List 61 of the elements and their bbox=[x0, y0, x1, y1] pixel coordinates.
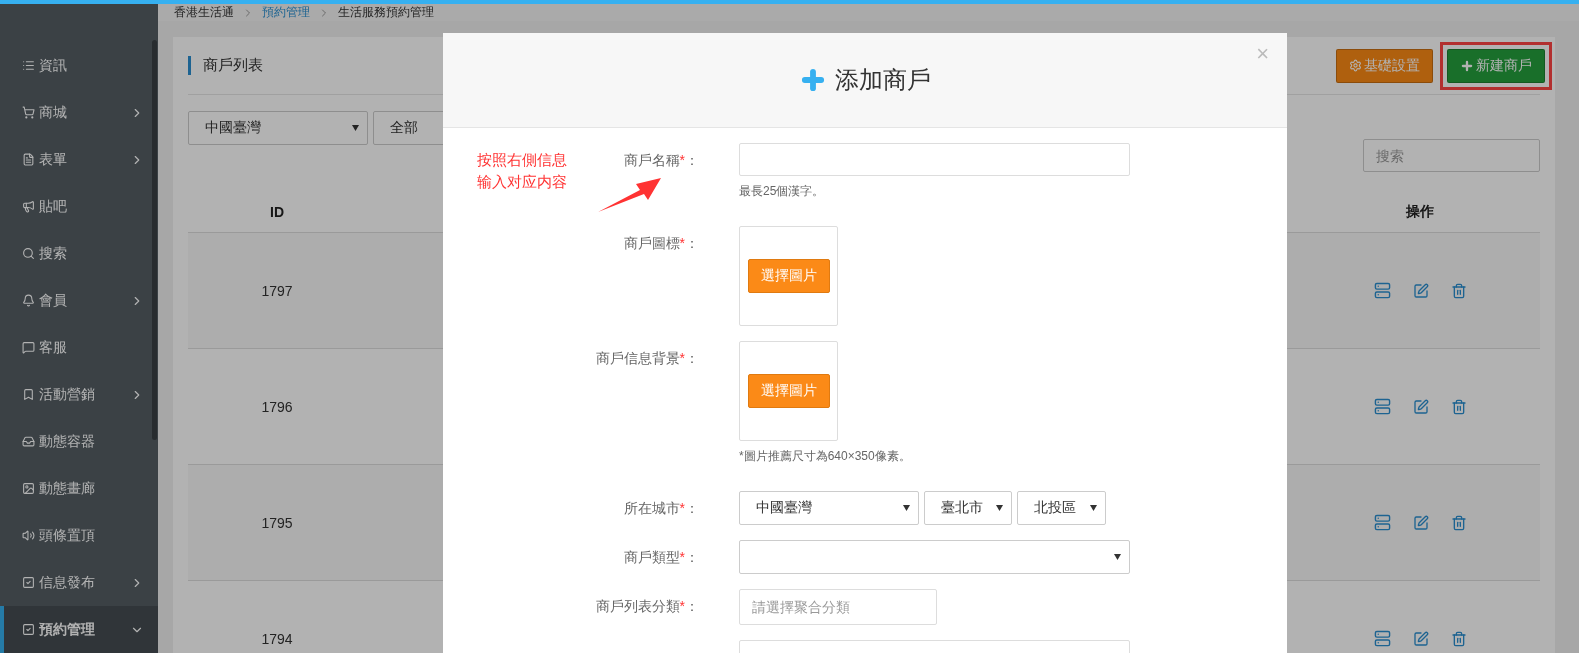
sidebar-item[interactable]: 預約管理 bbox=[0, 606, 158, 653]
breadcrumb-text: 生活服務預約管理 bbox=[338, 4, 434, 21]
server-icon[interactable] bbox=[1373, 398, 1391, 415]
menu-item-icon bbox=[22, 294, 35, 307]
field-label: 商戶列表分類*： bbox=[595, 596, 699, 616]
text-field[interactable]: 請選擇聚合分類 bbox=[739, 589, 937, 625]
caret-icon bbox=[903, 505, 910, 511]
server-icon[interactable] bbox=[1373, 630, 1391, 647]
dropdown[interactable]: 臺北市 bbox=[924, 491, 1012, 525]
menu-item-icon bbox=[22, 482, 35, 495]
plus-icon bbox=[799, 66, 827, 94]
menu-item-icon bbox=[22, 341, 35, 354]
annotation-arrow bbox=[598, 178, 662, 214]
server-icon[interactable] bbox=[1373, 514, 1391, 531]
caret-icon bbox=[996, 505, 1003, 511]
dropdown[interactable]: 中國臺灣 bbox=[739, 491, 919, 525]
search-field[interactable]: 搜索 bbox=[1363, 139, 1540, 172]
edit-icon[interactable] bbox=[1412, 398, 1429, 415]
trash-icon[interactable] bbox=[1450, 398, 1467, 415]
breadcrumb-text: 香港生活通 bbox=[174, 4, 234, 21]
caret-icon bbox=[352, 125, 359, 131]
field-label: 所在城市*： bbox=[623, 498, 699, 518]
menu-item-icon bbox=[22, 59, 35, 72]
dropdown[interactable] bbox=[739, 540, 1130, 574]
create-button[interactable]: 新建商戶 bbox=[1447, 48, 1545, 83]
annotation-note: 按照右側信息 输入对应内容 bbox=[477, 150, 567, 192]
filter-dropdown[interactable]: 中國臺灣 bbox=[188, 111, 368, 145]
field-label: 商戶信息背景*： bbox=[595, 348, 699, 368]
sidebar-item[interactable]: 頭條置頂 bbox=[0, 512, 158, 559]
field-hint: 最長25個漢字。 bbox=[739, 183, 826, 200]
edit-icon[interactable] bbox=[1412, 630, 1429, 647]
field-hint: *圖片推薦尺寸為640×350像素。 bbox=[739, 448, 911, 465]
menu-item-icon bbox=[22, 435, 35, 448]
menu-item-icon bbox=[22, 388, 35, 401]
caret-icon bbox=[1114, 554, 1121, 560]
sidebar-item[interactable]: 動態畫廊 bbox=[0, 465, 158, 512]
menu-item-icon bbox=[22, 623, 35, 636]
server-icon[interactable] bbox=[1373, 282, 1391, 299]
breadcrumb-link[interactable]: 預約管理 bbox=[262, 4, 310, 21]
field-label: 商戶圖標*： bbox=[623, 233, 699, 253]
dropdown[interactable]: 北投區 bbox=[1017, 491, 1106, 525]
menu-item-icon bbox=[22, 106, 35, 119]
settings-icon bbox=[1349, 59, 1362, 72]
table-cell: 1795 bbox=[188, 465, 366, 581]
menu-item-icon bbox=[22, 529, 35, 542]
trash-icon[interactable] bbox=[1450, 282, 1467, 299]
sidebar-item[interactable]: 信息發布 bbox=[0, 559, 158, 606]
edit-icon[interactable] bbox=[1412, 282, 1429, 299]
edit-icon[interactable] bbox=[1412, 514, 1429, 531]
caret-icon bbox=[1090, 505, 1097, 511]
menu-item-icon bbox=[22, 247, 35, 260]
field-label: 商戶名稱*： bbox=[623, 150, 699, 170]
field-label: 商戶類型*： bbox=[623, 547, 699, 567]
trash-icon[interactable] bbox=[1450, 630, 1467, 647]
plus-icon bbox=[1460, 58, 1474, 73]
menu-item-icon bbox=[22, 153, 35, 166]
text-field[interactable] bbox=[739, 143, 1130, 176]
menu-item-icon bbox=[22, 200, 35, 213]
trash-icon[interactable] bbox=[1450, 514, 1467, 531]
table-cell: 1797 bbox=[188, 233, 366, 349]
menu-item-icon bbox=[22, 576, 35, 589]
